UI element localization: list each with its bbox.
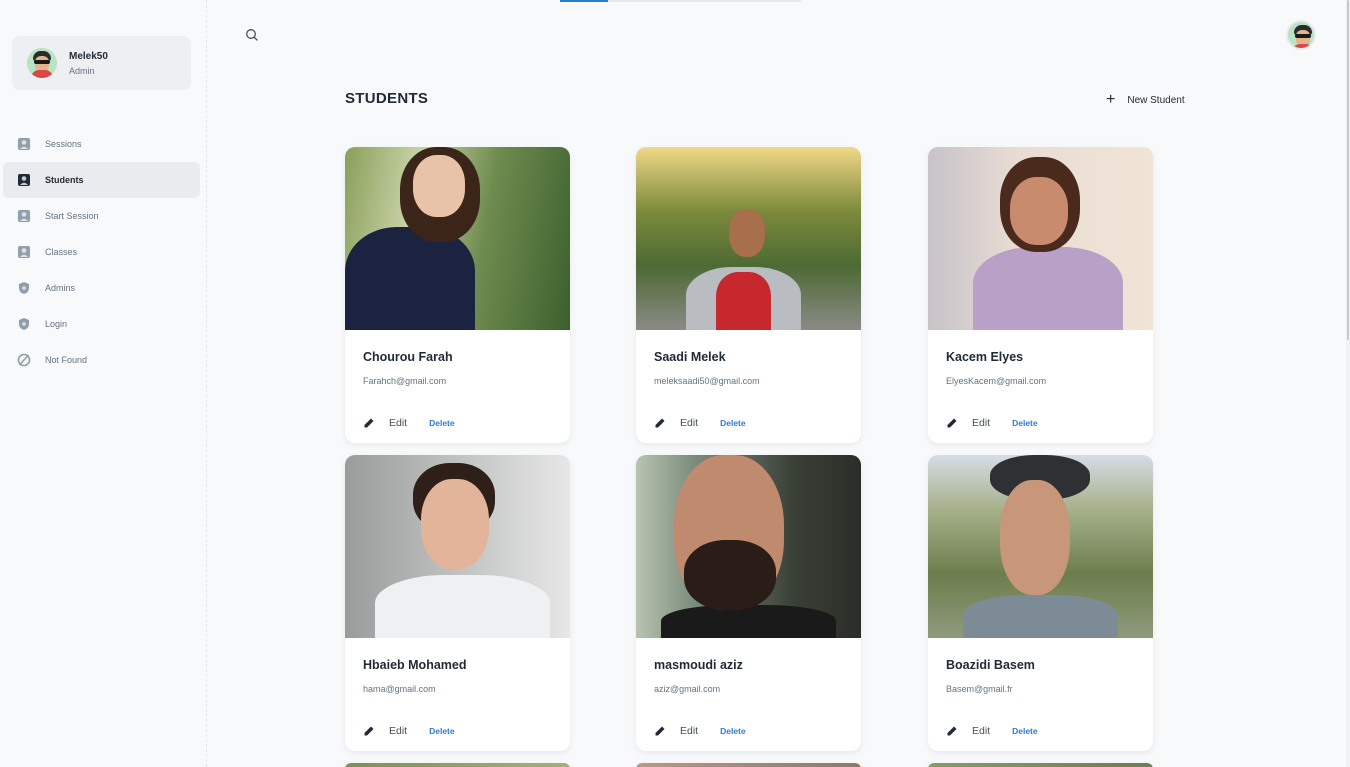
sidebar-item-sessions[interactable]: Sessions (3, 126, 200, 162)
sidebar-item-not-found[interactable]: Not Found (3, 342, 200, 378)
edit-label: Edit (972, 725, 991, 737)
delete-button[interactable]: Delete (720, 726, 746, 736)
lock-icon (17, 281, 31, 295)
account-avatar-button[interactable] (1286, 20, 1316, 50)
sidebar-item-login[interactable]: Login (3, 306, 200, 342)
student-email: meleksaadi50@gmail.com (654, 376, 760, 386)
edit-button[interactable]: Edit (363, 417, 407, 429)
delete-button[interactable]: Delete (429, 726, 455, 736)
student-photo (636, 455, 861, 638)
avatar (27, 48, 57, 78)
edit-button[interactable]: Edit (946, 417, 990, 429)
student-photo (345, 147, 570, 330)
edit-button[interactable]: Edit (654, 725, 698, 737)
student-name: Boazidi Basem (946, 658, 1035, 672)
student-name: Chourou Farah (363, 350, 453, 364)
edit-label: Edit (389, 417, 408, 429)
delete-button[interactable]: Delete (720, 418, 746, 428)
delete-button[interactable]: Delete (1012, 418, 1038, 428)
sidebar-nav: Sessions Students Start Session Classes … (3, 126, 200, 378)
edit-label: Edit (972, 417, 991, 429)
student-card: Boazidi Basem Basem@gmail.fr Edit Delete (928, 455, 1153, 751)
sidebar-item-label: Login (45, 319, 68, 329)
user-icon (17, 245, 31, 259)
sidebar-item-students[interactable]: Students (3, 162, 200, 198)
student-email: Basem@gmail.fr (946, 684, 1013, 694)
student-card (636, 763, 861, 767)
loading-progress-bar (560, 0, 801, 2)
edit-button[interactable]: Edit (363, 725, 407, 737)
search-icon[interactable] (244, 27, 260, 43)
student-photo (345, 455, 570, 638)
lock-icon (17, 317, 31, 331)
sidebar-item-label: Start Session (45, 211, 99, 221)
pencil-icon (364, 418, 374, 428)
student-name: Hbaieb Mohamed (363, 658, 467, 672)
pencil-icon (947, 418, 957, 428)
student-name: Saadi Melek (654, 350, 726, 364)
edit-label: Edit (680, 725, 699, 737)
new-student-button[interactable]: + New Student (1106, 91, 1185, 108)
sidebar-item-start-session[interactable]: Start Session (3, 198, 200, 234)
plus-icon: + (1106, 91, 1116, 108)
sidebar: Melek50 Admin Sessions Students Start Se… (0, 0, 207, 767)
student-card (928, 763, 1153, 767)
user-icon (17, 209, 31, 223)
student-email: aziz@gmail.com (654, 684, 721, 694)
sidebar-item-classes[interactable]: Classes (3, 234, 200, 270)
sidebar-item-admins[interactable]: Admins (3, 270, 200, 306)
slash-circle-icon (17, 353, 31, 367)
student-email: hama@gmail.com (363, 684, 436, 694)
sidebar-item-label: Sessions (45, 139, 82, 149)
student-email: ElyesKacem@gmail.com (946, 376, 1047, 386)
pencil-icon (947, 726, 957, 736)
page-title: STUDENTS (345, 90, 429, 107)
pencil-icon (655, 726, 665, 736)
edit-label: Edit (389, 725, 408, 737)
page-scrollbar[interactable] (1346, 0, 1350, 767)
student-card: Hbaieb Mohamed hama@gmail.com Edit Delet… (345, 455, 570, 751)
edit-button[interactable]: Edit (946, 725, 990, 737)
student-name: Kacem Elyes (946, 350, 1024, 364)
account-name: Melek50 (69, 50, 108, 62)
sidebar-item-label: Students (45, 175, 84, 185)
student-card: Chourou Farah Farahch@gmail.com Edit Del… (345, 147, 570, 443)
sidebar-item-label: Admins (45, 283, 76, 293)
pencil-icon (655, 418, 665, 428)
student-card (345, 763, 570, 767)
delete-button[interactable]: Delete (429, 418, 455, 428)
student-card: Kacem Elyes ElyesKacem@gmail.com Edit De… (928, 147, 1153, 443)
user-icon (17, 173, 31, 187)
new-student-label: New Student (1127, 94, 1185, 106)
edit-label: Edit (680, 417, 699, 429)
edit-button[interactable]: Edit (654, 417, 698, 429)
sidebar-item-label: Not Found (45, 355, 88, 365)
student-email: Farahch@gmail.com (363, 376, 447, 386)
student-card: Saadi Melek meleksaadi50@gmail.com Edit … (636, 147, 861, 443)
delete-button[interactable]: Delete (1012, 726, 1038, 736)
student-photo (928, 147, 1153, 330)
account-role: Admin (69, 65, 95, 76)
student-photo (636, 147, 861, 330)
account-card[interactable]: Melek50 Admin (12, 36, 191, 90)
user-icon (17, 137, 31, 151)
student-photo (928, 455, 1153, 638)
student-name: masmoudi aziz (654, 658, 743, 672)
sidebar-item-label: Classes (45, 247, 78, 257)
pencil-icon (364, 726, 374, 736)
student-card: masmoudi aziz aziz@gmail.com Edit Delete (636, 455, 861, 751)
